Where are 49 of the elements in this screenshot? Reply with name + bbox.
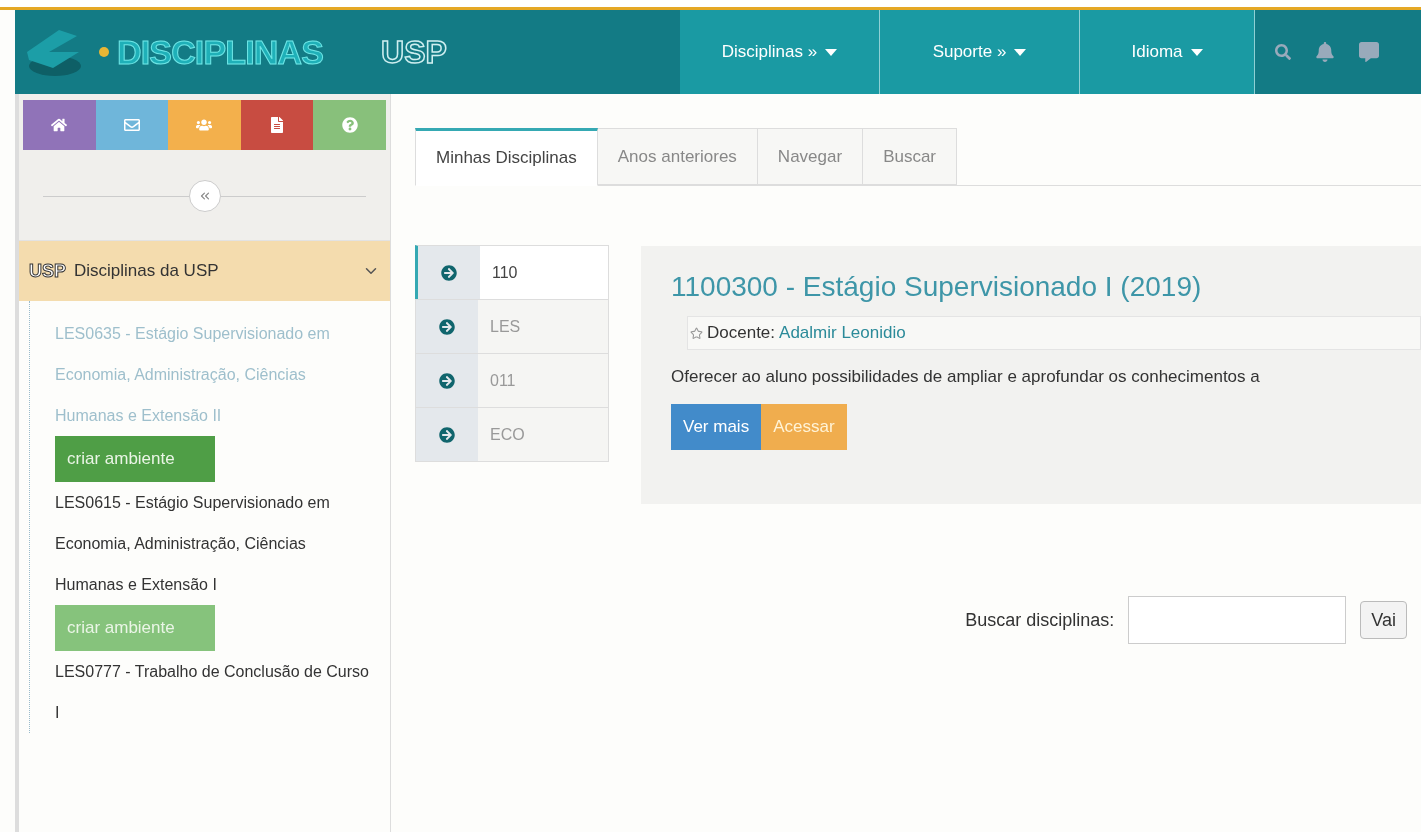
filter-tab[interactable]: 011 (415, 353, 609, 408)
home-icon (51, 117, 68, 133)
bell-icon[interactable] (1315, 42, 1335, 62)
mail-icon (123, 117, 140, 133)
caret-icon (825, 48, 838, 56)
document-button[interactable] (240, 100, 314, 150)
create-environment-button[interactable]: criar ambiente (55, 436, 215, 482)
chat-icon[interactable] (1359, 42, 1379, 62)
search-icon[interactable] (1275, 44, 1291, 60)
filter-tab[interactable]: ECO (415, 407, 609, 462)
filter-tab[interactable]: 110 (415, 245, 609, 300)
tab[interactable]: Buscar (863, 128, 958, 185)
help-icon (341, 117, 358, 133)
document-icon (269, 117, 286, 133)
filter-tab[interactable]: LES (415, 299, 609, 354)
nav-menu[interactable]: Idioma (1080, 10, 1255, 94)
search-label: Buscar disciplinas: (965, 608, 1115, 632)
mail-button[interactable] (95, 100, 169, 150)
home-button[interactable] (23, 100, 96, 150)
tab[interactable]: Navegar (757, 128, 864, 185)
course-link[interactable]: LES0635 - Estágio Supervisionado em Economia, Administração, Ciências Humanas e Extensão II (55, 313, 370, 436)
search-field[interactable] (1128, 596, 1347, 644)
section-header[interactable]: USP Disciplinas da USP (19, 241, 390, 301)
collapse-button[interactable] (188, 180, 221, 212)
course-button[interactable]: Ver mais (671, 403, 762, 450)
users-icon (196, 117, 213, 133)
arrow-icon (441, 264, 457, 281)
caret-icon (1014, 48, 1027, 56)
logo-text: DISCIPLINAS (117, 31, 323, 73)
go-button[interactable]: Vai (1360, 601, 1407, 639)
tab[interactable]: Minhas Disciplinas (415, 128, 598, 186)
course-link[interactable]: LES0615 - Estágio Supervisionado em Economia, Administração, Ciências Humanas e Extensão I (55, 482, 370, 605)
arrow-icon (439, 318, 455, 335)
course-button[interactable]: Acessar (761, 403, 847, 450)
nav-menu[interactable]: Suporte » (880, 10, 1080, 94)
tab[interactable]: Anos anteriores (597, 128, 758, 185)
caret-icon (1190, 48, 1203, 56)
create-environment-button[interactable]: criar ambiente (55, 605, 215, 651)
course-description: Oferecer ao aluno possibilidades de ampliar e aprofundar os conhecimentos a (671, 366, 1261, 388)
course-title[interactable]: 1100300 - Estágio Supervisionado I (2019) (671, 266, 1421, 308)
arrow-icon (439, 372, 455, 389)
docente-link[interactable]: Adalmir Leonidio (779, 320, 906, 346)
nav-menu[interactable]: Disciplinas » (680, 10, 880, 94)
star-icon[interactable] (690, 326, 703, 340)
arrow-icon (439, 426, 455, 443)
brand-logo: USP (381, 33, 447, 72)
help-button[interactable] (313, 100, 386, 150)
course-link[interactable]: LES0777 - Trabalho de Conclusão de Curso I (55, 651, 370, 733)
docente-label: Docente: (707, 322, 776, 345)
